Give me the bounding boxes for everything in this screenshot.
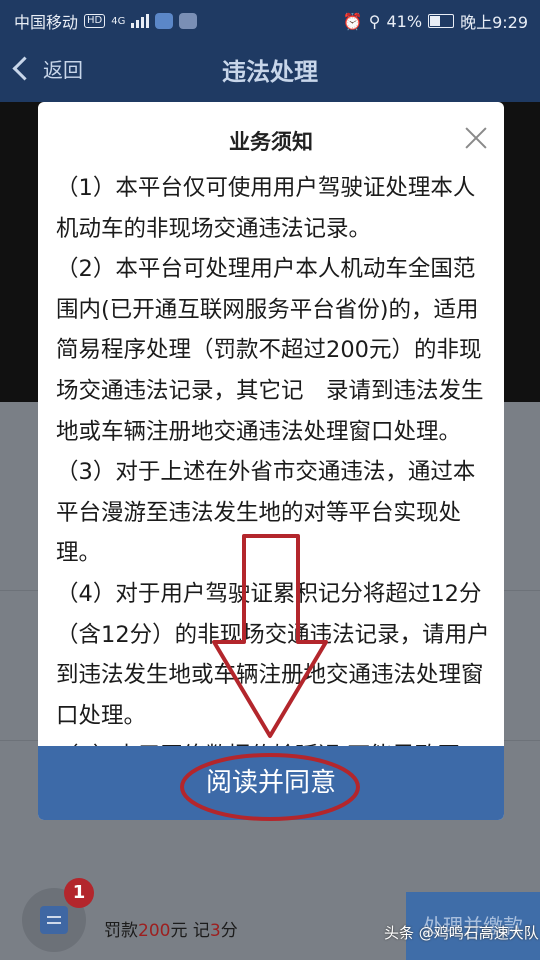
clock: 晚上9:29: [460, 13, 528, 32]
points-value: 3: [209, 921, 221, 941]
notice-paragraph: （4）对于用户驾驶证累积记分将超过12分（含12分）的非现场交通违法记录，请用户…: [56, 580, 490, 729]
close-icon[interactable]: [464, 126, 488, 150]
notice-paragraph: （1）本平台仅可使用用户驾驶证处理本人机动车的非现场交通违法记录。: [56, 175, 476, 242]
app-notification-icon: [155, 13, 174, 29]
notice-paragraph: （2）本平台可处理用户本人机动车全国范围内(已开通互联网服务平台省份)的，适用简…: [56, 256, 484, 445]
notice-dialog: 业务须知 （1）本平台仅可使用用户驾驶证处理本人机动车的非现场交通违法记录。 （…: [38, 102, 504, 820]
points-unit: 分: [220, 921, 238, 941]
fine-summary: 罚款200元 记3分: [104, 916, 238, 941]
fine-amount: 200: [138, 921, 171, 941]
battery-percent: 41%: [386, 11, 423, 31]
notice-paragraph: （5）由于网络数据传输延迟,可能导致互: [56, 736, 492, 746]
fine-prefix: 罚款: [104, 921, 138, 941]
notice-paragraph: （3）对于上述在外省市交通违法，通过本平台漫游至违法发生地的对等平台实现处理。: [56, 459, 476, 567]
battery-icon: [428, 14, 455, 28]
carrier-label: 中国移动: [14, 13, 79, 32]
list-icon: [40, 906, 68, 934]
hd-badge: HD: [84, 14, 106, 28]
location-icon: ⚲: [368, 11, 381, 31]
watermark: 头条 @鸡鸣石高速大队: [384, 924, 539, 942]
nav-bar: 返回 违法处理: [0, 38, 540, 102]
count-badge: 1: [64, 878, 94, 908]
dialog-body[interactable]: （1）本平台仅可使用用户驾驶证处理本人机动车的非现场交通违法记录。 （2）本平台…: [56, 168, 492, 746]
signal-icon: [131, 14, 150, 28]
alarm-icon: ⏰: [342, 11, 363, 31]
music-icon: [179, 13, 198, 29]
network-label: 4G: [111, 15, 126, 27]
status-bar: 中国移动 HD 4G ⏰ ⚲ 41% 晚上9:29: [0, 0, 540, 38]
agree-button[interactable]: 阅读并同意: [38, 746, 504, 820]
dialog-title: 业务须知: [229, 130, 313, 154]
fine-unit: 元 记: [170, 921, 210, 941]
page-title: 违法处理: [222, 58, 318, 86]
